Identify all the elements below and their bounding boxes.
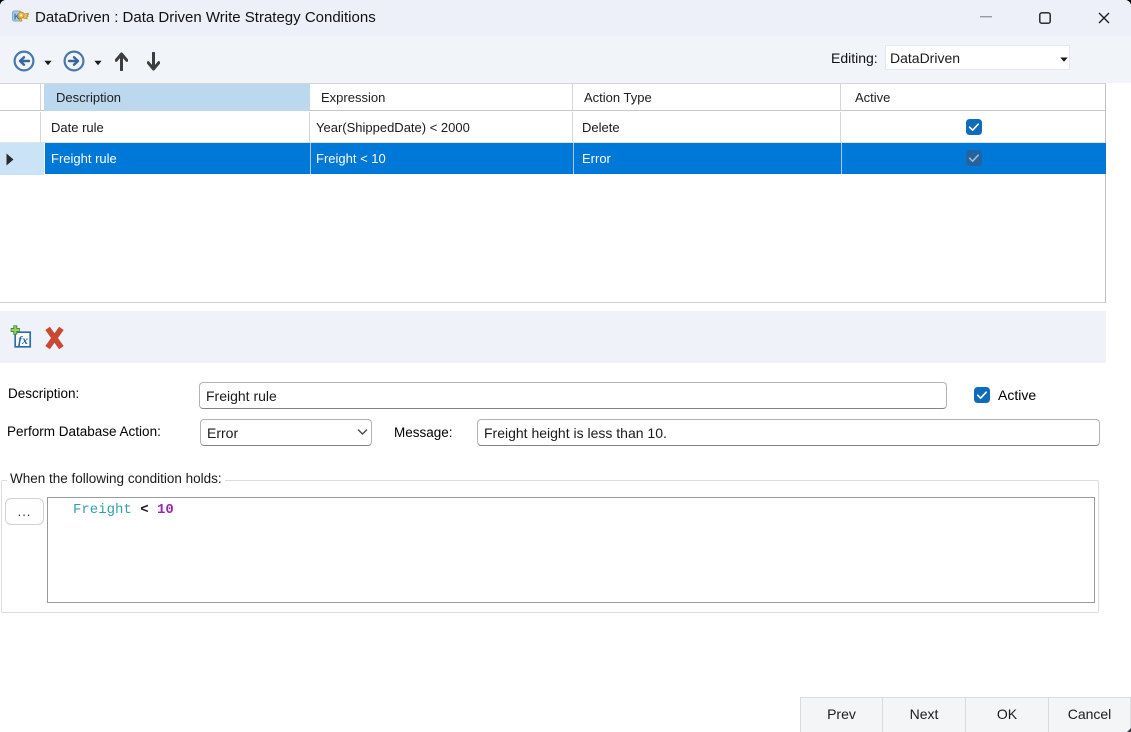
svg-text:fx: fx — [18, 333, 28, 347]
